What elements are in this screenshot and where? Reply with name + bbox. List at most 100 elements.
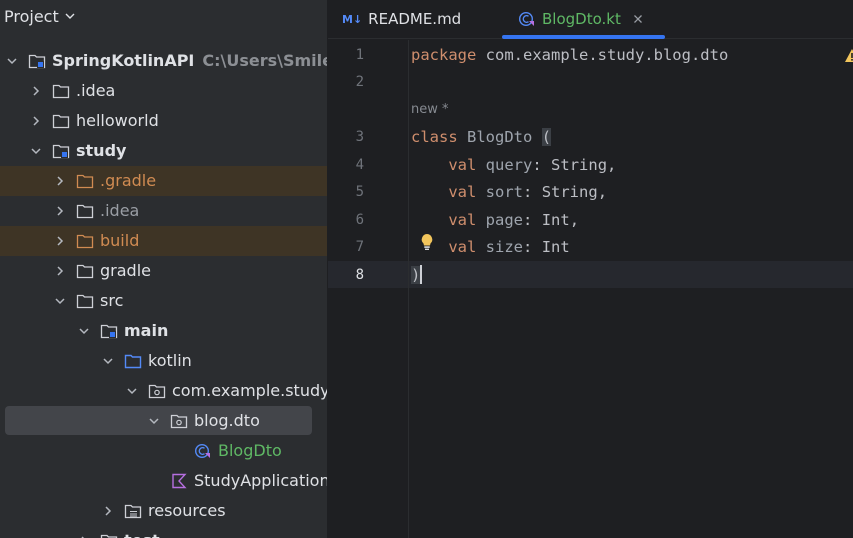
- tree-item-label: blog.dto: [194, 411, 260, 430]
- chevron-down-icon[interactable]: [102, 355, 114, 367]
- code-token: ,: [597, 183, 608, 201]
- chevron-right-icon[interactable]: [30, 115, 42, 127]
- warning-icon[interactable]: [844, 48, 853, 64]
- chevron-right-icon[interactable]: [102, 505, 114, 517]
- code-token: com.example.study.blog.dto: [485, 46, 729, 64]
- project-view-selector[interactable]: Project: [4, 4, 75, 28]
- tree-item-label: main: [124, 321, 169, 340]
- package-icon: [170, 414, 188, 429]
- code-line[interactable]: val size: Int: [411, 238, 570, 256]
- folder-icon: [100, 534, 118, 538]
- tree-item-label: resources: [148, 501, 226, 520]
- chevron-right-icon[interactable]: [54, 205, 66, 217]
- code-line[interactable]: val sort: String,: [411, 183, 607, 201]
- tree-item-label: test: [124, 531, 160, 538]
- line-number: 7: [355, 239, 364, 255]
- tree-item-test[interactable]: test: [0, 526, 327, 538]
- code-token: :: [532, 156, 542, 174]
- kotlin-class-icon: [518, 11, 534, 27]
- tree-item-blogdto-file[interactable]: BlogDto: [0, 436, 327, 466]
- tree-item-label: .idea: [100, 201, 140, 220]
- tree-item-label: kotlin: [148, 351, 192, 370]
- matched-paren: ): [411, 266, 421, 284]
- tree-item-gradle[interactable]: gradle: [0, 256, 327, 286]
- folder-icon: [76, 294, 94, 309]
- property-token: page: [485, 211, 523, 229]
- keyword-token: val: [448, 211, 477, 229]
- chevron-right-icon[interactable]: [54, 175, 66, 187]
- chevron-down-icon[interactable]: [30, 145, 42, 157]
- code-line[interactable]: val page: Int,: [411, 211, 579, 229]
- close-icon[interactable]: [633, 14, 643, 24]
- code-token: :: [523, 238, 533, 256]
- kotlin-file-icon: [172, 473, 187, 489]
- tree-item-label: src: [100, 291, 124, 310]
- tree-item-idea[interactable]: .idea: [0, 76, 327, 106]
- chevron-right-icon[interactable]: [54, 265, 66, 277]
- tree-item-build[interactable]: build: [0, 226, 327, 256]
- keyword-token: class: [411, 128, 458, 146]
- folder-icon: [52, 114, 70, 129]
- tree-item-blog-dto[interactable]: blog.dto: [0, 406, 327, 436]
- code-editor: M↓ README.md BlogDto.kt 1 2 3 4 5 6 7 8 …: [328, 0, 853, 538]
- tree-item-helloworld[interactable]: helloworld: [0, 106, 327, 136]
- lightbulb-icon[interactable]: [420, 233, 434, 251]
- chevron-down-icon[interactable]: [126, 385, 138, 397]
- module-folder-icon: [52, 144, 70, 159]
- code-token: ,: [569, 211, 580, 229]
- folder-icon: [52, 84, 70, 99]
- current-line-highlight: [328, 261, 853, 288]
- property-token: sort: [485, 183, 523, 201]
- class-name-token: BlogDto: [467, 128, 533, 146]
- tree-item-label: BlogDto: [218, 441, 282, 460]
- excluded-folder-icon: [76, 234, 94, 249]
- keyword-token: val: [448, 156, 477, 174]
- code-token: Int: [541, 211, 570, 229]
- inlay-hint[interactable]: new *: [411, 102, 449, 117]
- excluded-folder-icon: [76, 174, 94, 189]
- line-number: 6: [355, 212, 364, 228]
- keyword-token: val: [448, 238, 477, 256]
- tab-readme[interactable]: M↓ README.md: [342, 0, 461, 38]
- tree-item-idea-study[interactable]: .idea: [0, 196, 327, 226]
- code-token: String: [541, 183, 598, 201]
- tree-item-resources[interactable]: resources: [0, 496, 327, 526]
- code-token: String: [551, 156, 608, 174]
- chevron-down-icon[interactable]: [6, 55, 18, 67]
- matched-paren: (: [541, 128, 552, 146]
- keyword-token: val: [448, 183, 477, 201]
- tree-item-gradle-cache[interactable]: .gradle: [0, 166, 327, 196]
- line-number: 1: [355, 47, 364, 63]
- tab-blogdto[interactable]: BlogDto.kt: [518, 0, 643, 38]
- gutter-divider: [408, 40, 409, 538]
- property-token: size: [485, 238, 523, 256]
- source-folder-icon: [124, 354, 142, 369]
- tree-item-label: SpringKotlinAPI: [52, 51, 195, 70]
- line-number: 2: [355, 74, 364, 90]
- tree-item-src[interactable]: src: [0, 286, 327, 316]
- code-line[interactable]: package com.example.study.blog.dto: [411, 46, 728, 64]
- chevron-down-icon: [65, 13, 75, 19]
- tree-item-com-example-study[interactable]: com.example.study: [0, 376, 327, 406]
- panel-title: Project: [4, 6, 59, 26]
- folder-icon: [76, 264, 94, 279]
- code-line[interactable]: ): [411, 266, 421, 284]
- chevron-right-icon[interactable]: [54, 235, 66, 247]
- tree-item-study[interactable]: study: [0, 136, 327, 166]
- tree-item-label: helloworld: [76, 111, 159, 130]
- tree-item-springkotlinapi[interactable]: SpringKotlinAPI C:\Users\SmileB\: [0, 46, 327, 76]
- chevron-right-icon[interactable]: [30, 85, 42, 97]
- tree-item-kotlin[interactable]: kotlin: [0, 346, 327, 376]
- line-number: 5: [355, 184, 364, 200]
- tree-item-label: study: [76, 141, 127, 160]
- code-line[interactable]: class BlogDto (: [411, 128, 552, 146]
- tree-item-label: StudyApplication.: [194, 471, 327, 490]
- project-tool-window: Project SpringKotlinAPIC:\Users\SmileB\ …: [0, 0, 327, 538]
- code-token: Int: [541, 238, 570, 256]
- code-line[interactable]: val query: String,: [411, 156, 616, 174]
- tree-item-studyapplication[interactable]: StudyApplication.: [0, 466, 327, 496]
- chevron-down-icon[interactable]: [54, 295, 66, 307]
- chevron-down-icon[interactable]: [148, 415, 160, 427]
- chevron-down-icon[interactable]: [78, 325, 90, 337]
- tree-item-main[interactable]: main: [0, 316, 327, 346]
